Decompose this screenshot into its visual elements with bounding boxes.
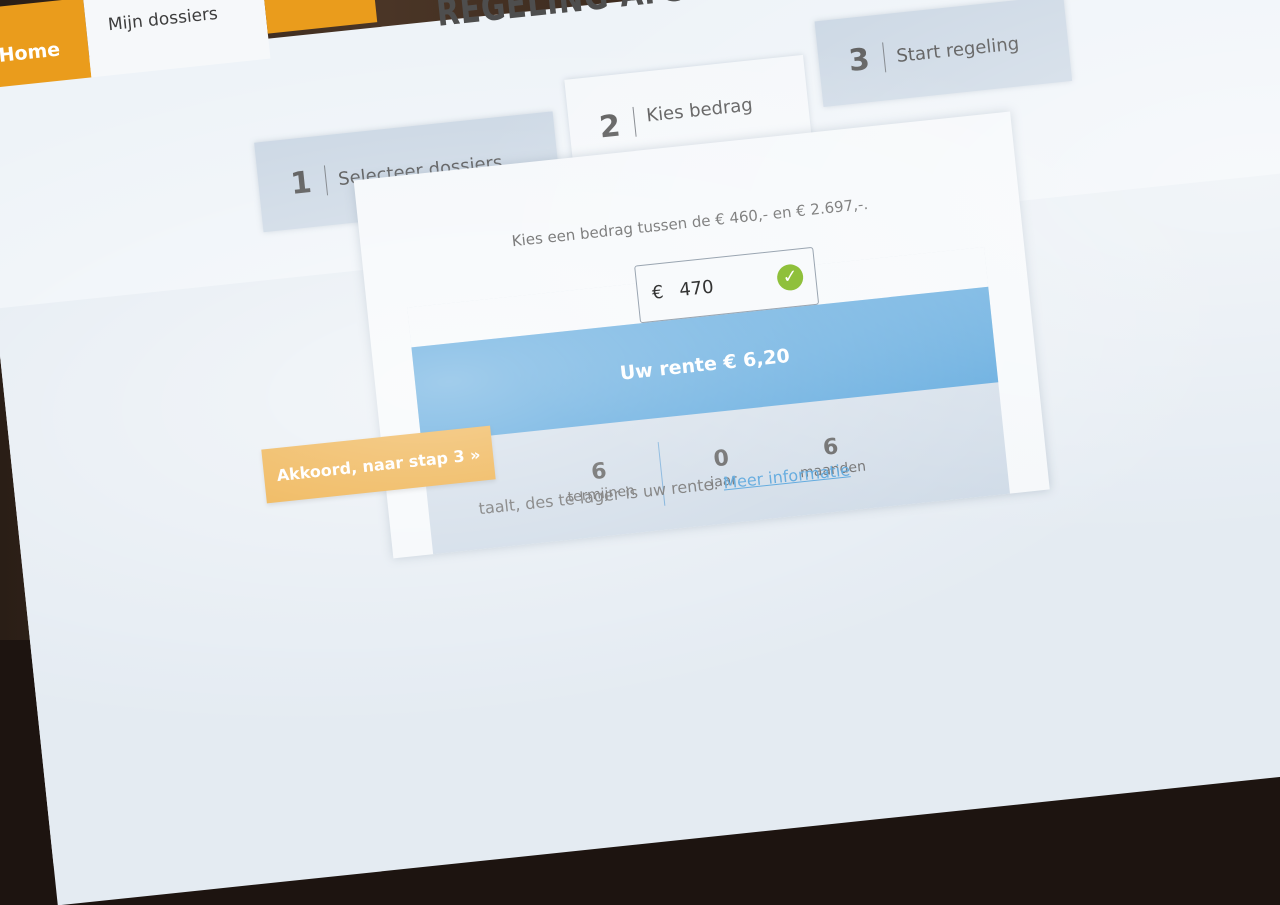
check-icon: ✓	[775, 263, 805, 292]
step-divider	[632, 106, 637, 137]
screen: Home Mijn dossiers REGELING AFSPREKEN 1 …	[0, 0, 1280, 905]
step-divider	[323, 165, 328, 196]
nav-dossiers-label: Mijn dossiers	[107, 3, 219, 36]
step-tab-3[interactable]: 3 Start regeling	[814, 0, 1073, 107]
nav-dossiers-tab[interactable]: Mijn dossiers	[83, 0, 271, 78]
nav-home-tab[interactable]: Home	[0, 0, 92, 89]
nav-home-label: Home	[0, 38, 62, 67]
step-label: Start regeling	[895, 32, 1021, 67]
step-number: 2	[597, 108, 623, 146]
step-number: 3	[847, 41, 872, 79]
accept-button-label: Akkoord, naar stap 3 »	[275, 444, 482, 485]
interest-label: Uw rente € 6,20	[618, 344, 791, 385]
step-number: 1	[288, 164, 314, 202]
currency-symbol: €	[650, 281, 665, 304]
amount-value: 470	[678, 276, 715, 301]
step-divider	[881, 42, 887, 73]
page-title: REGELING AFSPREKEN	[434, 0, 825, 35]
step-label: Kies bedrag	[645, 94, 754, 127]
